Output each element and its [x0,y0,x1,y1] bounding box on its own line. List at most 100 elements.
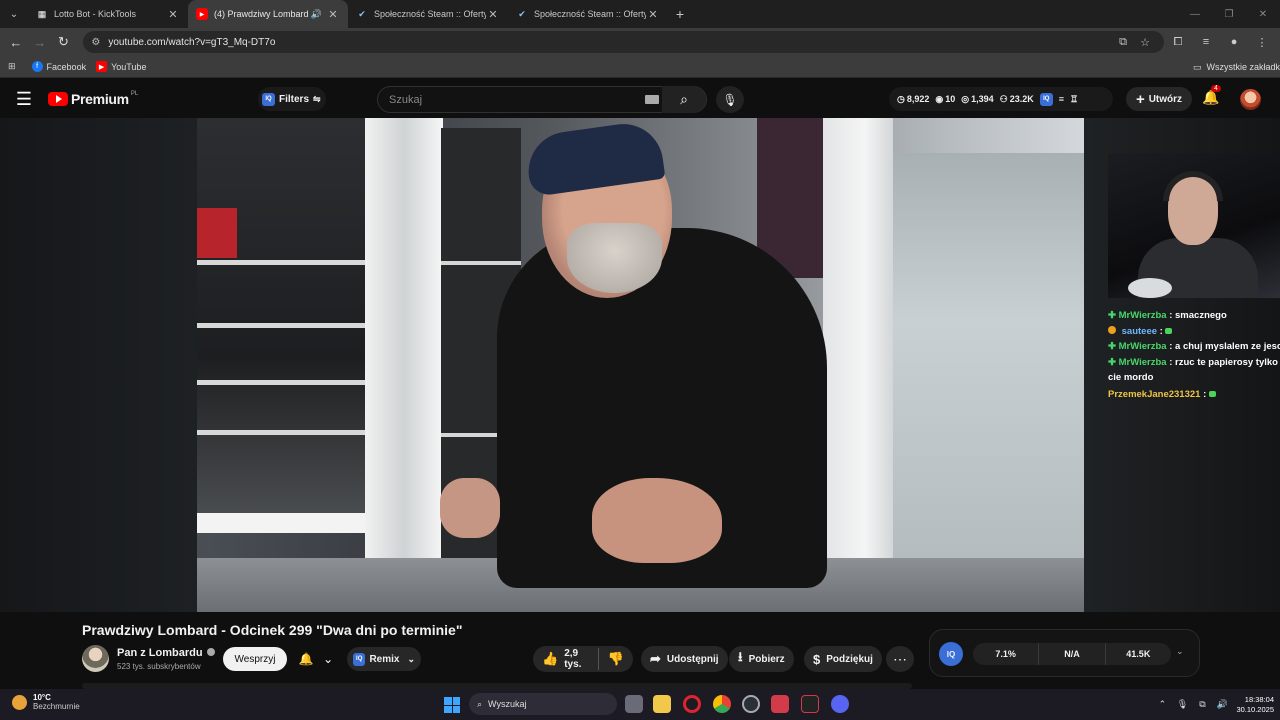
profile-icon[interactable]: ● [1220,36,1248,49]
opera-icon[interactable] [683,695,701,713]
iq-logo-icon[interactable]: IQ [939,642,963,666]
search-icon[interactable]: ⌕ [662,86,706,113]
browser-tab[interactable]: ✔ Społeczność Steam :: Oferty wy ✕ [508,0,668,28]
video-title: Prawdziwy Lombard - Odcinek 299 "Dwa dni… [82,622,463,638]
tab-title: Społeczność Steam :: Oferty wy [534,9,646,19]
discord-icon[interactable] [831,695,849,713]
media-controls-icon[interactable]: ≡ [1192,36,1220,49]
logo-text: Premium [71,91,129,107]
tab-title: Lotto Bot - KickTools [54,9,137,19]
hamburger-menu-icon[interactable]: ☰ [0,89,48,110]
download-button[interactable]: ⭳ Pobierz [729,646,794,672]
taskbar-search[interactable]: ⌕ Wyszukaj [469,693,617,715]
browser-tab[interactable]: ▦ Lotto Bot - KickTools ✕ [28,0,188,28]
back-icon[interactable]: ← [4,35,28,50]
weather-widget[interactable]: 10°C Bezchmurnie [12,693,80,711]
youtube-play-icon [48,92,68,106]
chevron-up-icon[interactable]: ⌃ [1152,699,1172,710]
bookmark-star-icon[interactable]: ☆ [1134,36,1156,49]
speaker-icon[interactable]: 🔊 [311,9,322,20]
chat-username: MrWierzba [1118,356,1167,368]
thanks-button[interactable]: $ Podziękuj [804,646,882,672]
support-button[interactable]: Wesprzyj [223,647,287,671]
all-bookmarks-folder[interactable]: ▭ Wszystkie zakładk [1193,56,1280,78]
close-tab-icon[interactable]: ✕ [166,8,180,21]
like-dislike-group: 👍 2,9 tys. 👎 [533,646,633,672]
livestream-chat: ✚ MrWierzba : smacznego sauteee : ✚ MrWi… [1108,308,1280,402]
windows-start-icon[interactable] [444,697,460,713]
video-window-sill [197,513,377,533]
trophy-icon[interactable]: ♖ [1070,94,1078,105]
restore-icon[interactable]: ❐ [1212,9,1246,20]
verified-icon [206,648,215,656]
stat-watch: 1,394 [971,94,994,104]
new-tab-button[interactable]: + [668,6,692,22]
media-app-icon[interactable] [771,695,789,713]
file-explorer-icon[interactable] [653,695,671,713]
terminal-icon[interactable] [801,695,819,713]
like-button[interactable]: 👍 2,9 tys. [542,648,599,670]
remix-button[interactable]: IQ Remix ⌄ [347,647,421,671]
clock[interactable]: 18:38:04 30.10.2025 [1236,695,1280,715]
reload-icon[interactable]: ↻ [52,34,76,50]
keyboard-icon[interactable] [645,95,659,104]
chevron-down-icon: ⌄ [407,653,415,664]
close-tab-icon[interactable]: ✕ [486,8,500,21]
subscription-bell-button[interactable]: 🔔 ⌄ [294,647,338,671]
bookmark-youtube[interactable]: ▶ YouTube [96,61,146,72]
channel-avatar[interactable] [82,645,109,672]
chevron-down-icon[interactable]: ⌄ [1176,646,1184,657]
extensions-icon[interactable]: ⧠ [1164,36,1192,49]
steam-icon[interactable] [742,695,760,713]
address-bar[interactable]: ⚙ youtube.com/watch?v=gT3_Mq-DT7o ⧉ ☆ [83,31,1165,53]
bookmark-facebook[interactable]: f Facebook [31,61,86,72]
browser-tab[interactable]: ✔ Społeczność Steam :: Oferty wy ✕ [348,0,508,28]
volume-icon[interactable]: 🔊 [1212,699,1232,710]
menu-dots-icon[interactable]: ⋮ [1248,36,1276,49]
microphone-icon[interactable]: 🎙 [1172,699,1192,710]
network-icon[interactable]: ⧉ [1192,699,1212,710]
site-info-icon[interactable]: ⚙ [91,37,100,48]
video-red-box [197,208,237,258]
url-text: youtube.com/watch?v=gT3_Mq-DT7o [108,36,276,48]
subscriber-count: 523 tys. subskrybentów [117,662,201,671]
list-icon[interactable]: ≡ [1059,94,1064,104]
minimize-icon[interactable]: — [1178,9,1212,20]
close-tab-icon[interactable]: ✕ [326,8,340,21]
forward-icon[interactable]: → [28,35,52,50]
video-person-hand-left [440,478,500,538]
filters-button[interactable]: IQ Filters ⇋ [258,87,326,111]
channel-name[interactable]: Pan z Lombardu [117,647,215,659]
extension-stats-bar[interactable]: ◷ 8,922 ◉ 10 ◎ 1,394 ⚇ 23.2K IQ ≡ ♖ [889,87,1113,111]
dislike-button[interactable]: 👎 [608,651,624,667]
close-window-icon[interactable]: ✕ [1246,9,1280,20]
tab-search-dropdown-icon[interactable]: ⌄ [0,0,28,28]
chat-badge-icon: ✚ [1108,310,1116,321]
task-view-icon[interactable] [625,695,643,713]
close-tab-icon[interactable]: ✕ [646,8,660,21]
chat-message: ✚ MrWierzba : smacznego [1108,310,1227,321]
video-player[interactable] [197,118,1084,612]
create-button[interactable]: + Utwórz [1126,87,1192,111]
user-avatar[interactable] [1240,89,1261,110]
bell-icon: 🔔 [298,652,314,666]
download-label: Pobierz [748,653,785,665]
stat-views: 8,922 [906,94,930,104]
search-input[interactable]: Szukaj ⌕ [377,86,707,113]
share-label: Udostępnij [666,653,719,665]
video-window-frame-left [365,118,443,578]
notifications-bell-icon[interactable]: 🔔 4 [1202,85,1221,106]
youtube-premium-logo[interactable]: Premium PL [48,91,138,107]
browser-tab-active[interactable]: ▶ (4) Prawdziwy Lombard - O 🔊 ✕ [188,0,348,28]
cast-icon[interactable]: ⧉ [1112,36,1134,49]
apps-grid-icon[interactable]: ⊞ [8,61,16,72]
share-button[interactable]: ➦ Udostępnij [641,646,728,672]
weather-condition: Bezchmurnie [33,702,80,711]
stat-people: 23.2K [1009,94,1034,104]
more-actions-icon[interactable]: ⋯ [886,646,914,672]
chrome-icon[interactable] [713,695,731,713]
chevron-down-icon: ⌄ [323,652,334,666]
clock-time: 18:38:04 [1244,694,1274,704]
logo-region: PL [130,91,139,97]
microphone-icon[interactable]: 🎙 [716,86,744,113]
